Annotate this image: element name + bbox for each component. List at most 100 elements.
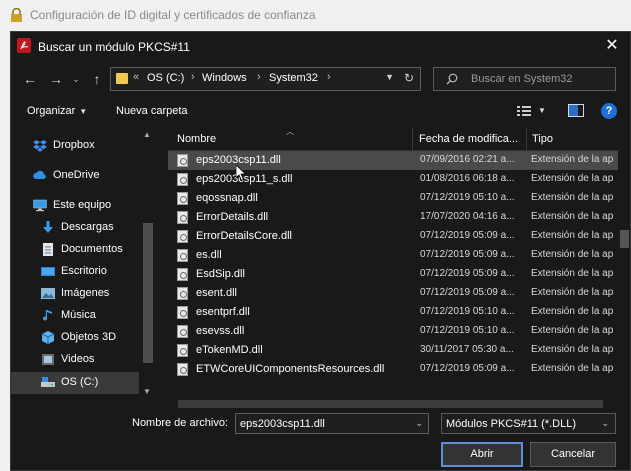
help-icon[interactable]: ? [601, 103, 617, 119]
breadcrumb-windows[interactable]: Windows [202, 72, 247, 84]
dll-file-icon [177, 325, 188, 338]
forward-arrow-icon[interactable]: → [47, 70, 65, 88]
file-row[interactable]: eqossnap.dll 07/12/2019 05:10 a... Exten… [168, 189, 618, 208]
dll-file-icon [177, 230, 188, 243]
scroll-up-icon[interactable]: ▲ [143, 130, 151, 139]
download-icon [43, 221, 53, 233]
sidebar-item-pictures[interactable]: Imágenes [11, 283, 139, 305]
file-row[interactable]: ErrorDetailsCore.dll 07/12/2019 05:09 a.… [168, 227, 618, 246]
sidebar-item-music[interactable]: Música [11, 305, 139, 327]
pictures-icon [41, 288, 55, 299]
file-row[interactable]: esevss.dll 07/12/2019 05:10 a... Extensi… [168, 322, 618, 341]
computer-icon [33, 199, 47, 212]
file-list-header: ︿ Nombre Fecha de modifica... Tipo [168, 128, 618, 151]
file-type: Extensión de la ap [531, 287, 614, 298]
breadcrumb-system32[interactable]: System32 [269, 72, 318, 84]
file-date: 17/07/2020 04:16 a... [420, 211, 515, 222]
file-type: Extensión de la ap [531, 325, 614, 336]
navigation-pane: Dropbox OneDrive Este equipo Descargas D… [11, 128, 156, 398]
close-button[interactable]: ✕ [602, 36, 622, 56]
sidebar-item-this-pc[interactable]: Este equipo [11, 195, 139, 217]
search-icon [446, 73, 458, 85]
sidebar-item-downloads[interactable]: Descargas [11, 217, 139, 239]
scrollbar-thumb[interactable] [178, 400, 603, 408]
sidebar-item-desktop[interactable]: Escritorio [11, 261, 139, 283]
file-date: 07/12/2019 05:10 a... [420, 306, 515, 317]
filename-combobox[interactable]: eps2003csp11.dll ⌄ [235, 413, 429, 434]
sidebar-item-videos[interactable]: Videos [11, 349, 139, 371]
sidebar-item-label: Videos [61, 353, 95, 365]
file-list-horizontal-scrollbar[interactable] [168, 398, 618, 410]
new-folder-button[interactable]: Nueva carpeta [116, 105, 188, 117]
sidebar-item-onedrive[interactable]: OneDrive [11, 165, 139, 187]
column-divider[interactable] [412, 128, 413, 150]
chevron-down-icon[interactable]: ⌄ [601, 418, 609, 429]
file-type: Extensión de la ap [531, 363, 614, 374]
column-divider[interactable] [526, 128, 527, 150]
file-name: eps2003csp11.dll [196, 154, 281, 166]
refresh-icon[interactable]: ↻ [404, 71, 414, 85]
file-type-filter[interactable]: Módulos PKCS#11 (*.DLL) ⌄ [441, 413, 616, 434]
preview-pane-icon[interactable] [568, 104, 584, 117]
file-row[interactable]: EsdSip.dll 07/12/2019 05:09 a... Extensi… [168, 265, 618, 284]
scrollbar-thumb[interactable] [143, 223, 153, 363]
column-header-type[interactable]: Tipo [532, 133, 618, 145]
view-options-icon[interactable] [517, 106, 531, 116]
scroll-down-icon[interactable]: ▼ [143, 387, 151, 396]
dll-file-icon [177, 306, 188, 319]
sidebar-item-documents[interactable]: Documentos [11, 239, 139, 261]
sidebar-item-label: Música [61, 309, 96, 321]
filename-value[interactable]: eps2003csp11.dll [240, 418, 325, 430]
file-row[interactable]: es.dll 07/12/2019 05:09 a... Extensión d… [168, 246, 618, 265]
outer-window-title: Configuración de ID digital y certificad… [30, 8, 316, 22]
recent-locations-chevron-icon[interactable]: ⌄ [67, 70, 85, 88]
address-bar[interactable]: « OS (C:) › Windows › System32 › ▼ ↻ [110, 67, 421, 91]
sidebar-item-label: Dropbox [53, 139, 95, 151]
sidebar-item-label: Descargas [61, 221, 114, 233]
breadcrumb-separator-icon: › [191, 71, 195, 83]
file-type: Extensión de la ap [531, 344, 614, 355]
organize-button[interactable]: Organizar ▼ [27, 105, 87, 117]
address-dropdown-icon[interactable]: ▼ [385, 72, 394, 82]
sidebar-item-3d-objects[interactable]: Objetos 3D [11, 327, 139, 349]
scrollbar-thumb[interactable] [620, 230, 629, 248]
cancel-button[interactable]: Cancelar [530, 442, 616, 467]
file-list-vertical-scrollbar[interactable] [618, 128, 630, 398]
up-arrow-icon[interactable]: ↑ [88, 70, 106, 88]
dialog-title: Buscar un módulo PKCS#11 [38, 40, 190, 54]
file-name: esevss.dll [196, 325, 245, 337]
breadcrumb-overflow[interactable]: « [133, 71, 139, 83]
dll-file-icon [177, 268, 188, 281]
sidebar-item-label: Este equipo [53, 199, 112, 211]
dll-file-icon [177, 192, 188, 205]
search-box[interactable]: Buscar en System32 [433, 67, 616, 91]
sidebar-scrollbar[interactable]: ▲ ▼ [140, 128, 156, 398]
file-date: 30/11/2017 05:30 a... [420, 344, 514, 355]
chevron-down-icon[interactable]: ⌄ [415, 418, 423, 429]
file-name: esentprf.dll [196, 306, 250, 318]
view-dropdown-icon[interactable]: ▼ [538, 106, 546, 115]
cube-icon [41, 331, 55, 344]
file-type: Extensión de la ap [531, 211, 614, 222]
file-name: eps2003csp11_s.dll [196, 173, 293, 185]
back-arrow-icon[interactable]: ← [21, 70, 39, 88]
dll-file-icon [177, 363, 188, 376]
file-date: 07/09/2016 02:21 a... [420, 154, 515, 165]
sidebar-item-os-drive[interactable]: OS (C:) [11, 372, 139, 394]
file-row[interactable]: esent.dll 07/12/2019 05:09 a... Extensió… [168, 284, 618, 303]
open-button[interactable]: Abrir [441, 442, 523, 467]
sidebar-item-label: Escritorio [61, 265, 107, 277]
file-row[interactable]: eTokenMD.dll 30/11/2017 05:30 a... Exten… [168, 341, 618, 360]
navigation-bar: ← → ⌄ ↑ « OS (C:) › Windows › System32 ›… [11, 64, 630, 94]
file-row[interactable]: ETWCoreUIComponentsResources.dll 07/12/2… [168, 360, 618, 379]
desktop-icon [41, 267, 55, 276]
file-name: ErrorDetailsCore.dll [196, 230, 292, 242]
breadcrumb-drive[interactable]: OS (C:) [147, 72, 184, 84]
dialog-footer: Nombre de archivo: eps2003csp11.dll ⌄ Mó… [11, 410, 630, 470]
file-row[interactable]: ErrorDetails.dll 17/07/2020 04:16 a... E… [168, 208, 618, 227]
column-header-name[interactable]: Nombre [177, 133, 407, 145]
file-row[interactable]: esentprf.dll 07/12/2019 05:10 a... Exten… [168, 303, 618, 322]
sidebar-item-dropbox[interactable]: Dropbox [11, 135, 139, 157]
dll-file-icon [177, 344, 188, 357]
column-header-date[interactable]: Fecha de modifica... [419, 133, 525, 145]
